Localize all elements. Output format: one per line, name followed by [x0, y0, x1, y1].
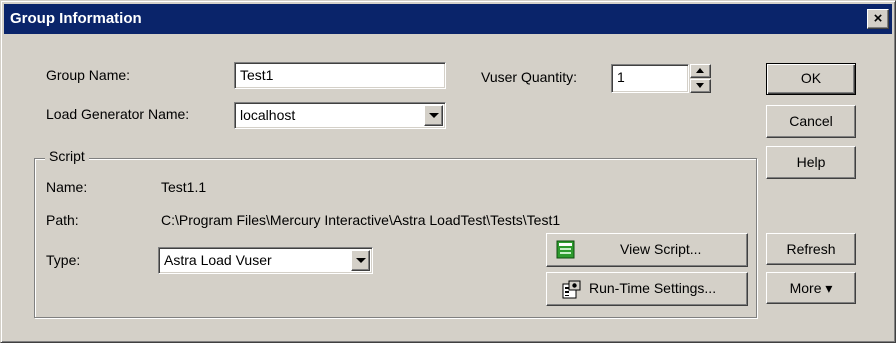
spin-down-icon[interactable] [690, 79, 711, 93]
script-type-label: Type: [46, 252, 81, 268]
script-window-icon [556, 240, 575, 259]
more-button-label: More ▾ [789, 280, 833, 296]
view-script-label: View Script... [620, 241, 702, 257]
runtime-settings-label: Run-Time Settings... [589, 280, 717, 296]
vuser-quantity-label: Vuser Quantity: [481, 69, 577, 85]
refresh-button[interactable]: Refresh [766, 233, 856, 265]
script-path-value: C:\Program Files\Mercury Interactive\Ast… [161, 212, 561, 228]
group-name-label: Group Name: [46, 67, 131, 83]
chevron-down-icon[interactable] [351, 250, 370, 271]
cancel-button-label: Cancel [789, 113, 833, 129]
script-name-label: Name: [46, 179, 88, 195]
close-icon: × [873, 10, 883, 27]
load-generator-label: Load Generator Name: [46, 106, 190, 122]
runtime-settings-button[interactable]: Run-Time Settings... [546, 272, 748, 306]
script-type-dropdown[interactable]: Astra Load Vuser [158, 247, 373, 274]
script-name-value: Test1.1 [161, 179, 207, 195]
view-script-button[interactable]: View Script... [546, 233, 748, 267]
more-button[interactable]: More ▾ [766, 272, 856, 304]
ok-button[interactable]: OK [766, 63, 856, 95]
vuser-quantity-value: 1 [617, 69, 625, 85]
vuser-quantity-stepper[interactable] [690, 64, 711, 93]
script-group-title: Script [45, 148, 89, 164]
refresh-button-label: Refresh [786, 241, 836, 257]
load-generator-dropdown[interactable]: localhost [234, 102, 446, 129]
script-path-label: Path: [46, 212, 79, 228]
ok-button-label: OK [800, 70, 822, 86]
close-button[interactable]: × [867, 9, 889, 29]
chevron-down-icon[interactable] [424, 105, 443, 126]
help-button[interactable]: Help [766, 146, 856, 179]
spin-up-icon[interactable] [690, 64, 711, 78]
vuser-quantity-input[interactable]: 1 [611, 64, 689, 93]
title-bar[interactable]: Group Information × [4, 4, 892, 34]
window-title: Group Information [10, 10, 142, 27]
group-name-value: Test1 [240, 67, 274, 83]
script-type-value: Astra Load Vuser [164, 252, 272, 268]
group-information-dialog: Group Information × Group Name: Test1 Lo… [0, 0, 896, 343]
settings-gear-icon [562, 280, 581, 299]
help-button-label: Help [796, 154, 826, 170]
group-name-input[interactable]: Test1 [234, 62, 446, 89]
cancel-button[interactable]: Cancel [766, 105, 856, 138]
load-generator-value: localhost [240, 107, 296, 123]
